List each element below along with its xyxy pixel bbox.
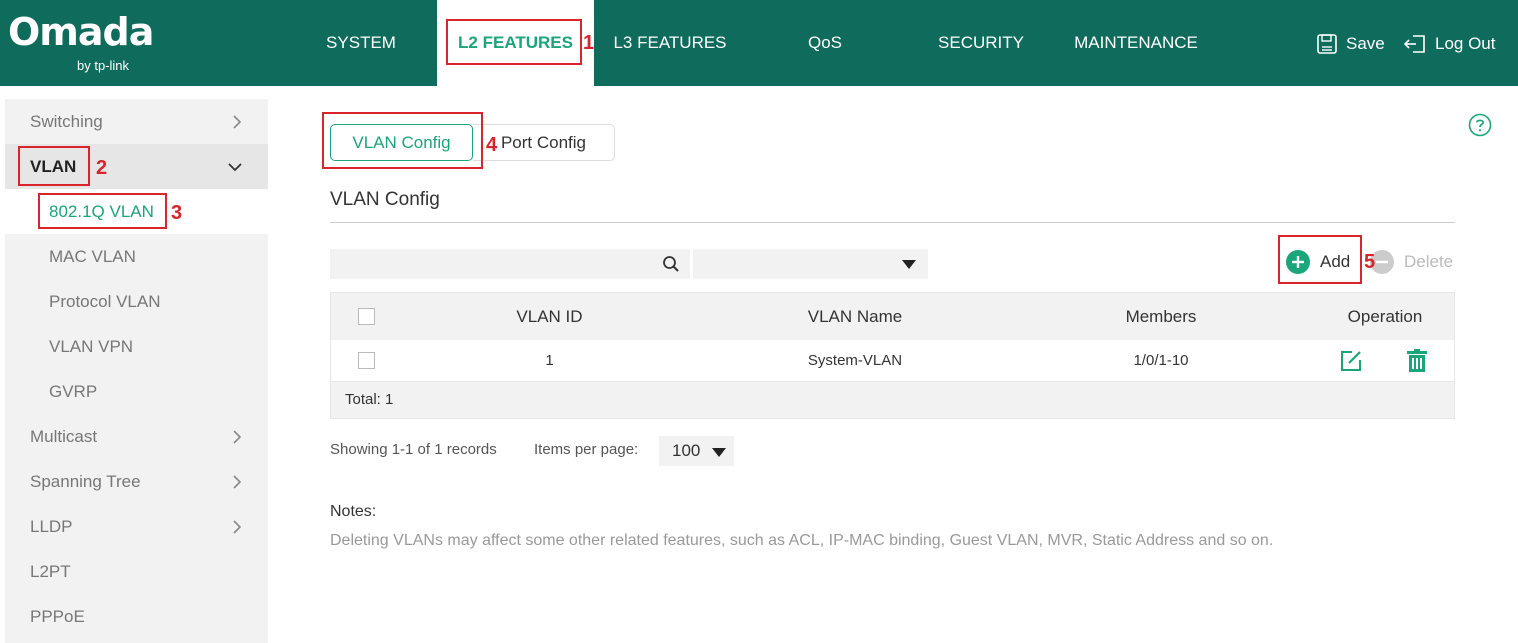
nav-maintenance[interactable]: MAINTENANCE [1062, 0, 1210, 86]
section-divider [330, 222, 1455, 223]
logo-sub: by tp-link [77, 58, 130, 73]
annotation-box-2 [18, 146, 90, 186]
sidebar-item-label: Spanning Tree [30, 472, 141, 491]
logo-brand: Omada [8, 10, 154, 54]
nav-security[interactable]: SECURITY [925, 0, 1037, 86]
table-total: Total: 1 [345, 391, 394, 408]
annotation-number-1: 1 [583, 32, 595, 54]
delete-button[interactable]: Delete [1370, 248, 1453, 276]
sidebar-item-multicast[interactable]: Multicast [5, 414, 268, 459]
chevron-right-icon [233, 115, 242, 129]
caret-down-icon [712, 448, 726, 457]
sidebar-item-mac-vlan[interactable]: MAC VLAN [5, 234, 268, 279]
sidebar-item-label: LLDP [30, 517, 73, 536]
search-input[interactable] [330, 249, 690, 279]
logout-icon [1403, 35, 1425, 53]
section-title: VLAN Config [330, 189, 440, 210]
logout-label: Log Out [1435, 34, 1496, 53]
annotation-box-4 [322, 112, 483, 169]
sidebar-item-label: GVRP [49, 382, 98, 401]
sidebar-item-gvrp[interactable]: GVRP [5, 369, 268, 414]
notes-text: Deleting VLANs may affect some other rel… [330, 532, 1274, 549]
table-footer: Total: 1 [331, 382, 1454, 418]
items-per-page-label: Items per page: [534, 441, 639, 458]
items-per-page-select[interactable]: 100 [659, 436, 734, 466]
sidebar-item-label: L2PT [30, 562, 71, 581]
notes-title: Notes: [330, 503, 377, 520]
logout-button[interactable]: Log Out [1403, 30, 1496, 58]
vlan-table: VLAN ID VLAN Name Members Operation 1 Sy… [330, 292, 1455, 419]
save-button[interactable]: Save [1316, 30, 1385, 58]
nav-qos[interactable]: QoS [790, 0, 860, 86]
help-icon[interactable] [1468, 113, 1492, 142]
items-per-page-value: 100 [672, 441, 701, 460]
sidebar-item-label: PPPoE [30, 607, 85, 626]
table-header: VLAN ID VLAN Name Members Operation [331, 293, 1454, 340]
sidebar-item-spanning-tree[interactable]: Spanning Tree [5, 459, 268, 504]
row-checkbox[interactable] [358, 352, 375, 369]
filter-select[interactable] [693, 249, 928, 279]
delete-label: Delete [1404, 252, 1454, 271]
sidebar-item-label: Multicast [30, 427, 98, 446]
cell-vlan-id: 1 [545, 352, 554, 369]
column-header-operation: Operation [1347, 307, 1423, 326]
chevron-down-icon [228, 163, 242, 172]
annotation-box-5 [1278, 235, 1362, 284]
search-icon [663, 256, 679, 272]
showing-records: Showing 1-1 of 1 records [330, 441, 497, 458]
nav-l3-features[interactable]: L3 FEATURES [600, 0, 740, 86]
edit-icon[interactable] [1339, 349, 1363, 373]
sidebar-item-label: MAC VLAN [49, 247, 136, 266]
caret-down-icon [902, 260, 916, 269]
omada-logo: Omada by tp-link [8, 10, 158, 76]
save-label: Save [1346, 34, 1385, 53]
column-header-vlan-name[interactable]: VLAN Name [751, 293, 959, 340]
nav-system[interactable]: SYSTEM [306, 0, 416, 86]
top-header: Omada by tp-link SYSTEM L2 FEATURES L3 F… [0, 0, 1518, 86]
table-row[interactable]: 1 System-VLAN 1/0/1-10 [331, 340, 1454, 382]
cell-members: 1/0/1-10 [1133, 352, 1189, 369]
sidebar-item-switching[interactable]: Switching [5, 99, 268, 144]
sidebar-item-label: Switching [30, 112, 103, 131]
sidebar-item-pppoe[interactable]: PPPoE [5, 594, 268, 639]
cell-vlan-name: System-VLAN [807, 352, 903, 369]
column-header-members[interactable]: Members [1071, 293, 1251, 340]
sidebar-item-label: Protocol VLAN [49, 292, 161, 311]
chevron-right-icon [233, 430, 242, 444]
annotation-number-4: 4 [486, 134, 498, 156]
annotation-box-3 [38, 193, 167, 229]
sidebar-item-label: VLAN VPN [49, 337, 134, 356]
save-icon [1317, 34, 1337, 54]
annotation-number-2: 2 [96, 157, 108, 179]
annotation-number-3: 3 [171, 202, 183, 224]
sidebar-item-l2pt[interactable]: L2PT [5, 549, 268, 594]
column-header-vlan-id[interactable]: VLAN ID [451, 293, 648, 340]
sidebar-item-vlan-vpn[interactable]: VLAN VPN [5, 324, 268, 369]
select-all-checkbox[interactable] [358, 308, 375, 325]
chevron-right-icon [233, 475, 242, 489]
sidebar-item-lldp[interactable]: LLDP [5, 504, 268, 549]
annotation-box-1 [446, 19, 582, 65]
trash-icon[interactable] [1406, 349, 1428, 373]
chevron-right-icon [233, 520, 242, 534]
annotation-number-5: 5 [1364, 251, 1376, 273]
sidebar-item-protocol-vlan[interactable]: Protocol VLAN [5, 279, 268, 324]
